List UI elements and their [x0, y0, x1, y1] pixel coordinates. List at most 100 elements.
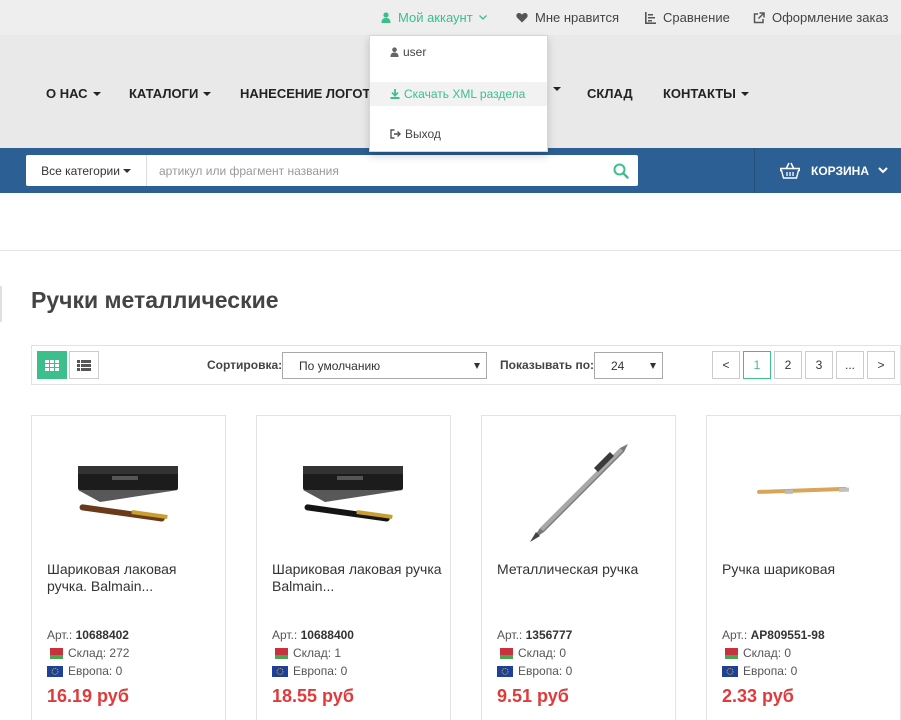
- nav-about-label: О НАС: [46, 86, 88, 101]
- caret-down-icon: [740, 92, 749, 96]
- nav-catalogs-label: КАТАЛОГИ: [129, 86, 199, 101]
- cart-button[interactable]: КОРЗИНА: [754, 148, 901, 193]
- product-image: [78, 466, 178, 522]
- product-card[interactable]: Металлическая ручка Арт.: 1356777 Склад:…: [481, 415, 676, 720]
- eu-flag-icon: [272, 665, 288, 677]
- pager-page-3[interactable]: 3: [805, 351, 833, 379]
- my-account-label: Мой аккаунт: [398, 10, 473, 25]
- checkout-link[interactable]: Оформление заказ: [753, 0, 889, 35]
- stock-europe-text: Европа: 0: [518, 664, 573, 678]
- stock-local: Склад: 0: [722, 646, 791, 660]
- chevron-down-icon: [878, 167, 888, 174]
- search-icon: [613, 163, 629, 179]
- catalog-toolbar: Сортировка: По умолчанию Показывать по: …: [31, 345, 901, 385]
- product-price: 16.19 руб: [47, 686, 129, 706]
- likes-link[interactable]: Мне нравится: [516, 0, 619, 35]
- article-label: Арт.:: [272, 628, 298, 642]
- per-page-value: 24: [611, 358, 625, 373]
- pager-next[interactable]: >: [867, 351, 895, 379]
- list-view-button[interactable]: [69, 351, 99, 379]
- belarus-flag-icon: [497, 647, 513, 659]
- stock-local-text: Склад: 272: [68, 646, 130, 660]
- section-divider: [0, 250, 901, 251]
- nav-about[interactable]: О НАС: [46, 86, 101, 101]
- stock-europe: Европа: 0: [272, 664, 347, 678]
- top-bar: Мой аккаунт Мне нравится Сравнение Оформ…: [0, 0, 901, 35]
- article-label: Арт.:: [497, 628, 523, 642]
- stock-europe: Европа: 0: [47, 664, 122, 678]
- stock-local: Склад: 272: [47, 646, 129, 660]
- pager-page-2[interactable]: 2: [774, 351, 802, 379]
- search-input[interactable]: [147, 155, 604, 186]
- caret-down-icon: [122, 168, 131, 173]
- product-price: 9.51 руб: [497, 686, 569, 706]
- eu-flag-icon: [47, 665, 63, 677]
- product-article: Арт.: 10688400: [272, 628, 354, 642]
- stock-europe-text: Европа: 0: [743, 664, 798, 678]
- stock-europe-text: Европа: 0: [293, 664, 348, 678]
- sort-select[interactable]: По умолчанию: [282, 352, 487, 379]
- compare-link[interactable]: Сравнение: [644, 0, 730, 35]
- search-box: Все категории: [26, 155, 638, 186]
- stock-europe-text: Европа: 0: [68, 664, 123, 678]
- sort-label: Сортировка:: [207, 358, 283, 372]
- nav-warehouse[interactable]: СКЛАД: [587, 86, 633, 101]
- product-name[interactable]: Шариковая лаковая ручка. Balmain...: [47, 561, 217, 595]
- product-name[interactable]: Металлическая ручка: [497, 561, 667, 578]
- pager-ellipsis[interactable]: ...: [836, 351, 864, 379]
- account-dropdown: user Скачать XML раздела Выход: [369, 35, 548, 152]
- article-number: 10688400: [300, 628, 354, 642]
- search-button[interactable]: [604, 155, 638, 186]
- checkout-label: Оформление заказ: [772, 10, 889, 25]
- grid-view-button[interactable]: [37, 351, 67, 379]
- product-image: [303, 466, 403, 522]
- product-article: Арт.: AP809551-98: [722, 628, 825, 642]
- caret-down-icon: [474, 363, 480, 369]
- belarus-flag-icon: [722, 647, 738, 659]
- logout-item[interactable]: Выход: [370, 122, 547, 146]
- eu-flag-icon: [497, 665, 513, 677]
- eu-flag-icon: [722, 665, 738, 677]
- download-icon: [390, 89, 400, 99]
- product-card[interactable]: Шариковая лаковая ручка. Balmain... Арт.…: [31, 415, 226, 720]
- product-card[interactable]: Шариковая лаковая ручка Balmain... Арт.:…: [256, 415, 451, 720]
- dropdown-user-item[interactable]: user: [370, 40, 547, 64]
- product-image: [757, 486, 850, 494]
- compare-label: Сравнение: [663, 10, 730, 25]
- article-label: Арт.:: [47, 628, 73, 642]
- stock-local-text: Склад: 1: [293, 646, 342, 660]
- external-link-icon: [753, 11, 765, 23]
- per-page-label: Показывать по:: [500, 358, 595, 372]
- per-page-select[interactable]: 24: [594, 352, 663, 379]
- pager-page-1[interactable]: 1: [743, 351, 771, 379]
- cart-label: КОРЗИНА: [811, 163, 869, 178]
- caret-down-icon: [650, 363, 656, 369]
- user-icon: [390, 47, 399, 57]
- product-card[interactable]: Ручка шариковая Арт.: AP809551-98 Склад:…: [706, 415, 901, 720]
- stock-europe: Европа: 0: [497, 664, 572, 678]
- nav-logo-printing[interactable]: НАНЕСЕНИЕ ЛОГОТИ: [240, 86, 380, 101]
- product-name[interactable]: Шариковая лаковая ручка Balmain...: [272, 561, 442, 595]
- product-name[interactable]: Ручка шариковая: [722, 561, 892, 578]
- sign-out-icon: [390, 129, 401, 139]
- nav-hidden-item[interactable]: [548, 86, 561, 91]
- stock-europe: Европа: 0: [722, 664, 797, 678]
- nav-warehouse-label: СКЛАД: [587, 86, 633, 101]
- belarus-flag-icon: [47, 647, 63, 659]
- download-xml-item[interactable]: Скачать XML раздела: [370, 82, 547, 106]
- caret-down-icon: [553, 87, 561, 91]
- article-number: 1356777: [525, 628, 573, 642]
- pager-prev[interactable]: <: [712, 351, 740, 379]
- stock-local: Склад: 0: [497, 646, 566, 660]
- category-select[interactable]: Все категории: [26, 155, 147, 186]
- likes-label: Мне нравится: [535, 10, 620, 25]
- user-icon: [381, 12, 391, 23]
- category-select-label: Все категории: [41, 163, 120, 178]
- nav-contacts[interactable]: КОНТАКТЫ: [663, 86, 749, 101]
- my-account-link[interactable]: Мой аккаунт: [381, 0, 494, 35]
- sort-select-value: По умолчанию: [299, 358, 381, 373]
- product-price: 2.33 руб: [722, 686, 794, 706]
- basket-icon: [780, 162, 800, 179]
- nav-catalogs[interactable]: КАТАЛОГИ: [129, 86, 212, 101]
- product-article: Арт.: 10688402: [47, 628, 129, 642]
